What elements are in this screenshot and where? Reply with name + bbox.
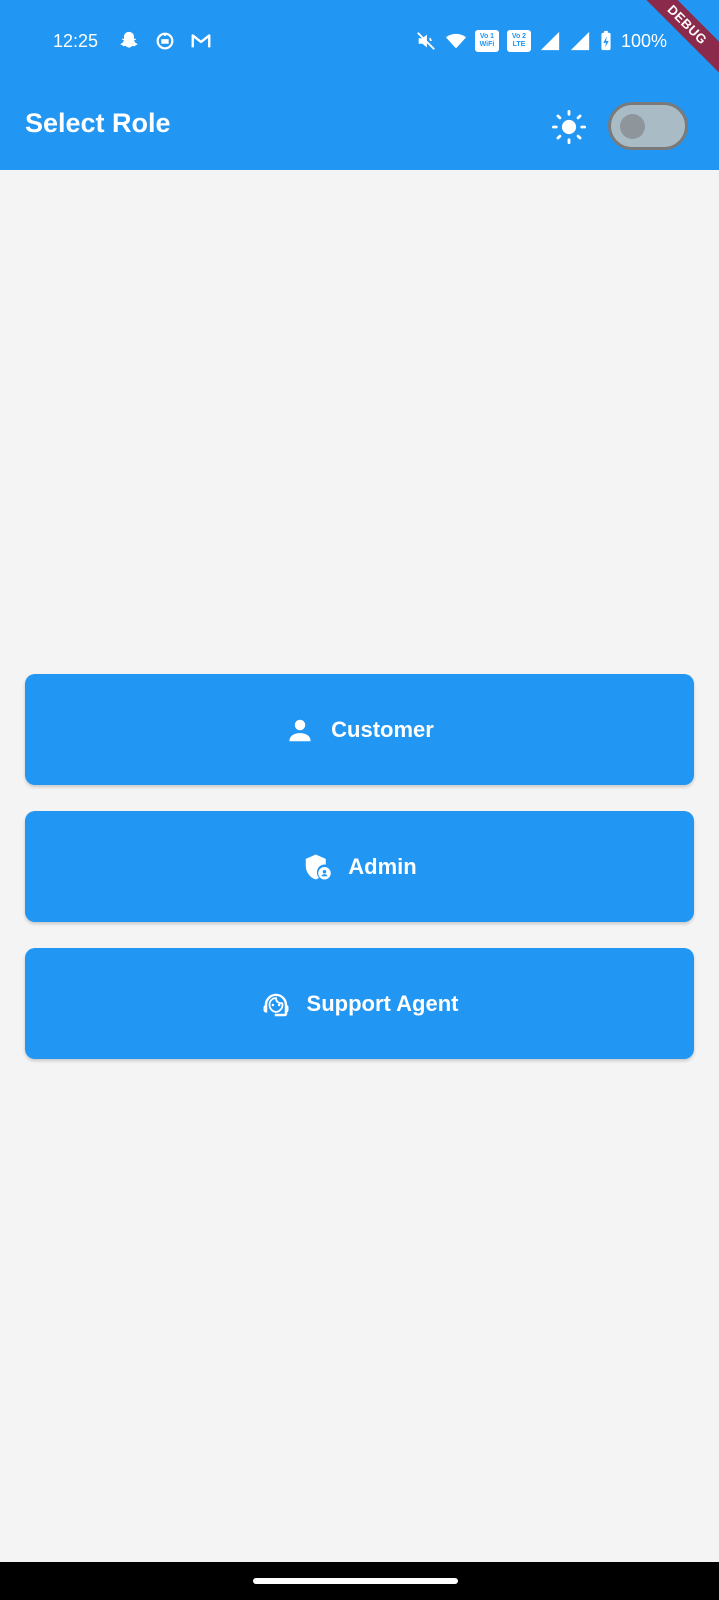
role-label: Admin (348, 853, 417, 879)
volte1-top: Vo 1 (479, 33, 495, 40)
dark-mode-toggle[interactable] (608, 102, 688, 150)
status-time: 12:25 (53, 31, 99, 51)
role-label: Support Agent (306, 990, 459, 1016)
customer-role-button[interactable]: Customer (25, 674, 694, 785)
system-status-icons: Vo 1 WiFi Vo 2 LTE 100% (415, 30, 667, 52)
snapchat-icon (118, 30, 140, 52)
role-list: Customer Admin Support Agent (25, 674, 694, 1085)
role-label: Customer (331, 716, 434, 742)
admin-shield-icon (302, 852, 332, 882)
system-navigation-bar (0, 1562, 719, 1600)
app-icon (154, 30, 176, 52)
support-agent-role-button[interactable]: Support Agent (25, 948, 694, 1059)
app-header: 12:25 Vo 1 WiFi Vo 2 LTE 100% DEBUG Sele… (0, 0, 719, 170)
toggle-knob (620, 114, 645, 139)
home-gesture-handle[interactable] (253, 1578, 458, 1584)
sun-icon (552, 110, 586, 144)
battery-charging-icon (599, 30, 613, 52)
page-title: Select Role (25, 108, 171, 138)
notification-icons (118, 30, 212, 52)
support-agent-icon (261, 989, 291, 1019)
signal-icon (569, 30, 591, 52)
volte-lte-icon: Vo 2 LTE (506, 30, 531, 52)
volte2-top: Vo 2 (511, 33, 527, 40)
wifi-icon (445, 30, 467, 52)
person-icon (285, 715, 315, 745)
signal-icon (539, 30, 561, 52)
volte-wifi-icon: Vo 1 WiFi (474, 30, 499, 52)
volte1-bottom: WiFi (479, 41, 495, 48)
mute-icon (415, 30, 437, 52)
gmail-icon (190, 30, 212, 52)
battery-percentage: 100% (620, 30, 667, 51)
status-bar: 12:25 Vo 1 WiFi Vo 2 LTE 100% (0, 22, 719, 62)
admin-role-button[interactable]: Admin (25, 811, 694, 922)
volte2-bottom: LTE (512, 41, 526, 48)
